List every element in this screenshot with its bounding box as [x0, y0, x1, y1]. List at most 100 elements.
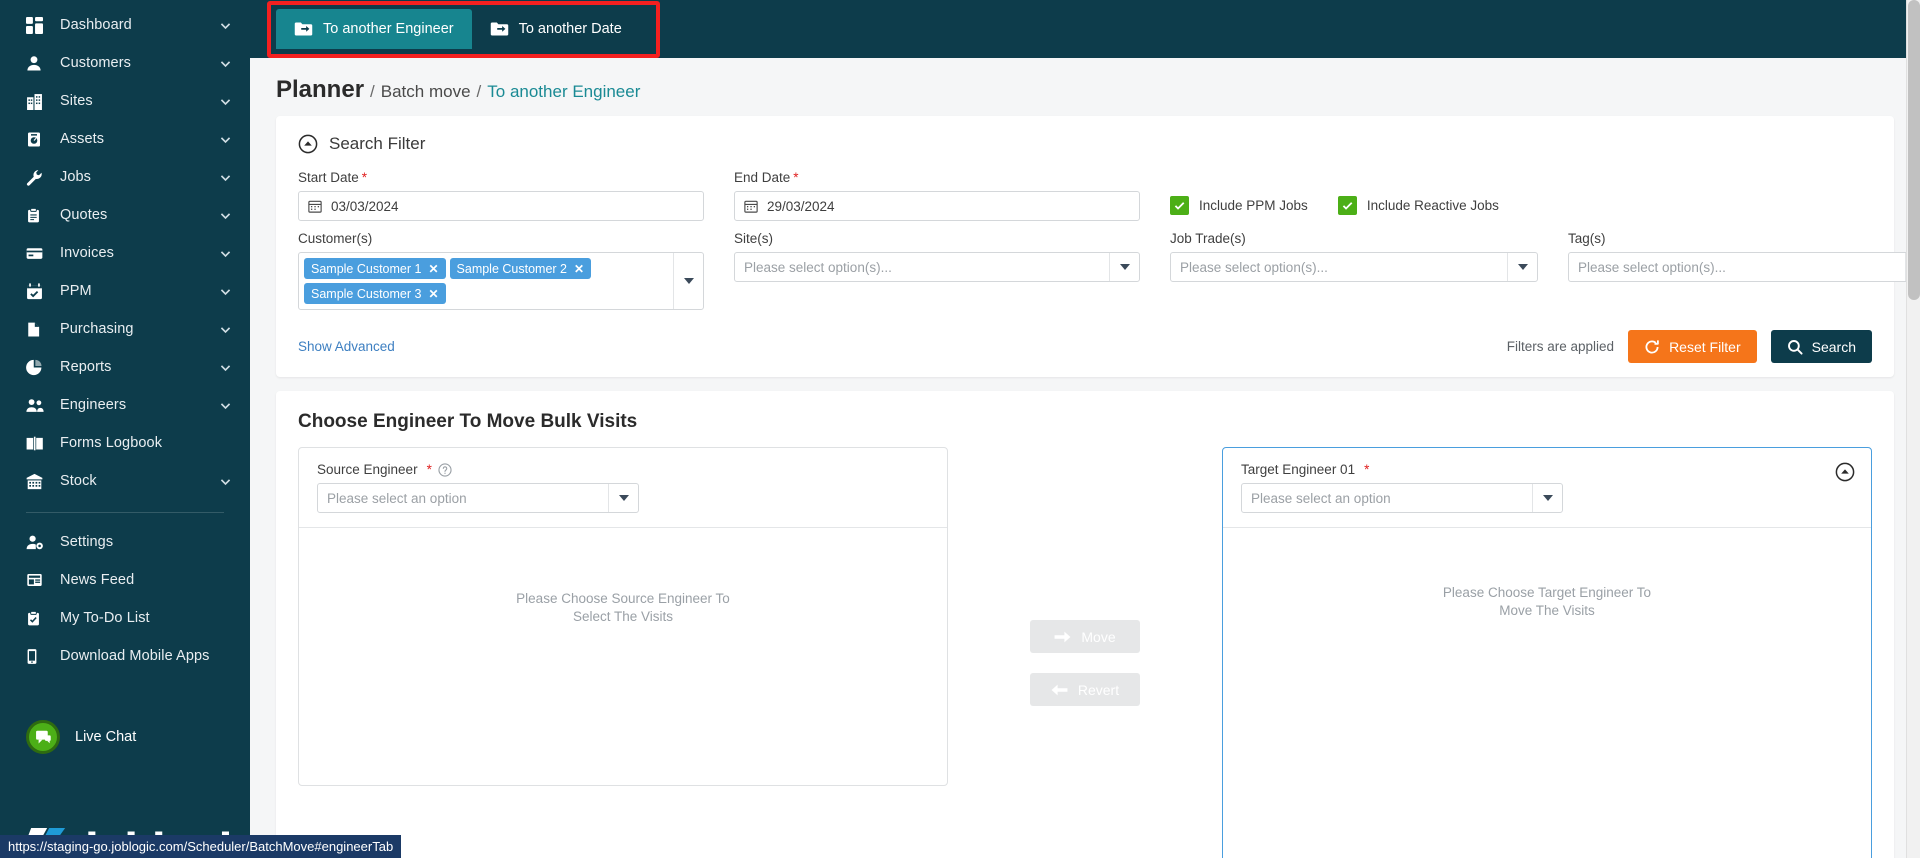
sidebar-item-label: Stock — [60, 473, 97, 489]
chevron-up-circle-icon[interactable] — [298, 134, 318, 154]
show-advanced-link[interactable]: Show Advanced — [298, 339, 395, 354]
customers-multiselect[interactable]: Sample Customer 1 ✕ Sample Customer 2 ✕ Sa… — [298, 252, 704, 310]
news-icon — [26, 570, 48, 590]
breadcrumb-separator: / — [476, 82, 482, 101]
required-marker: * — [1364, 462, 1370, 477]
sidebar-divider — [26, 512, 224, 513]
chevron-down-icon — [219, 171, 232, 184]
sidebar-item-reports[interactable]: Reports — [0, 348, 250, 386]
start-date-field: Start Date * 03/03/2024 — [298, 170, 704, 221]
include-reactive-jobs-checkbox[interactable]: Include Reactive Jobs — [1337, 190, 1499, 220]
include-ppm-jobs-checkbox[interactable]: Include PPM Jobs — [1170, 190, 1308, 220]
chip[interactable]: Sample Customer 3 ✕ — [304, 283, 446, 304]
tab-to-another-engineer[interactable]: To another Engineer — [276, 9, 472, 49]
sites-placeholder: Please select option(s)... — [744, 259, 892, 275]
filter-footer: Show Advanced Filters are applied Reset … — [298, 330, 1872, 363]
chevron-down-icon[interactable] — [1532, 484, 1562, 512]
sidebar-item-customers[interactable]: Customers — [0, 44, 250, 82]
start-date-label: Start Date * — [298, 170, 368, 185]
tags-placeholder: Please select option(s)... — [1578, 259, 1726, 275]
source-engineer-select[interactable]: Please select an option — [317, 483, 639, 513]
chevron-down-icon — [219, 95, 232, 108]
search-button-label: Search — [1811, 338, 1856, 355]
sidebar-item-settings[interactable]: Settings — [0, 523, 250, 561]
sidebar-item-label: Customers — [60, 55, 131, 71]
chip[interactable]: Sample Customer 1 ✕ — [304, 258, 446, 279]
sidebar-item-label: Invoices — [60, 245, 114, 261]
sites-select[interactable]: Please select option(s)... — [734, 252, 1140, 282]
search-button[interactable]: Search — [1770, 330, 1872, 363]
sidebar-item-engineers[interactable]: Engineers — [0, 386, 250, 424]
filters-applied-status: Filters are applied — [1506, 339, 1615, 354]
chip-label: Sample Customer 1 — [311, 261, 422, 276]
source-empty-line1: Please Choose Source Engineer To — [516, 591, 730, 606]
page-scrollbar[interactable] — [1906, 0, 1920, 858]
tab-to-another-date[interactable]: To another Date — [472, 9, 640, 49]
scrollbar-thumb[interactable] — [1908, 0, 1920, 300]
chevron-down-icon — [219, 323, 232, 336]
target-empty-line2: Move The Visits — [1499, 602, 1595, 618]
sidebar-item-purchasing[interactable]: Purchasing — [0, 310, 250, 348]
sidebar-item-label: Dashboard — [60, 17, 132, 33]
question-circle-icon[interactable] — [438, 462, 452, 477]
reset-filter-button[interactable]: Reset Filter — [1628, 330, 1757, 363]
sidebar-item-label: Settings — [60, 534, 114, 550]
close-icon[interactable]: ✕ — [428, 262, 438, 276]
sidebar-item-stock[interactable]: Stock — [0, 462, 250, 500]
start-date-input[interactable]: 03/03/2024 — [298, 191, 704, 221]
choose-engineer-card: Choose Engineer To Move Bulk Visits Sour… — [276, 391, 1894, 858]
transfer-buttons-column: Move Revert — [948, 447, 1222, 706]
job-type-checkboxes: Include PPM Jobs Include Reactive Jobs — [1170, 170, 1920, 221]
tags-select[interactable]: Please select option(s)... — [1568, 252, 1920, 282]
sidebar-item-news-feed[interactable]: News Feed — [0, 561, 250, 599]
revert-button[interactable]: Revert — [1030, 673, 1140, 706]
sidebar-item-label: News Feed — [60, 572, 135, 588]
sidebar-item-label: Forms Logbook — [60, 435, 163, 451]
target-engineer-select[interactable]: Please select an option — [1241, 483, 1563, 513]
breadcrumb-batch-move[interactable]: Batch move — [381, 82, 471, 102]
chevron-up-circle-icon[interactable] — [1835, 462, 1855, 487]
breadcrumb: Planner / Batch move / To another Engine… — [250, 58, 1920, 116]
chevron-down-icon[interactable] — [608, 484, 638, 512]
sidebar-item-quotes[interactable]: Quotes — [0, 196, 250, 234]
sidebar-item-my-to-do-list[interactable]: My To-Do List — [0, 599, 250, 637]
sidebar-item-assets[interactable]: Assets — [0, 120, 250, 158]
move-button[interactable]: Move — [1030, 620, 1140, 653]
page-title: Planner — [276, 76, 365, 103]
clipboard-icon — [26, 205, 48, 225]
arrow-left-icon — [1051, 683, 1068, 697]
chip[interactable]: Sample Customer 2 ✕ — [449, 258, 592, 279]
chevron-down-icon — [219, 57, 232, 70]
sidebar-item-label: Jobs — [60, 169, 92, 185]
grid-icon — [26, 15, 48, 35]
close-icon[interactable]: ✕ — [574, 262, 584, 276]
source-empty-message: Please Choose Source Engineer To Select … — [516, 590, 730, 626]
sidebar-item-download-mobile-apps[interactable]: Download Mobile Apps — [0, 637, 250, 675]
chevron-down-icon[interactable] — [1507, 253, 1537, 281]
search-filter-header[interactable]: Search Filter — [298, 134, 1872, 154]
sidebar-item-forms-logbook[interactable]: Forms Logbook — [0, 424, 250, 462]
sidebar-item-sites[interactable]: Sites — [0, 82, 250, 120]
mobile-icon — [26, 646, 48, 666]
sidebar-item-ppm[interactable]: PPM — [0, 272, 250, 310]
source-engineer-header: Source Engineer * Please select an option — [299, 448, 947, 527]
chevron-down-icon[interactable] — [1109, 253, 1139, 281]
job-trades-select[interactable]: Please select option(s)... — [1170, 252, 1538, 282]
sidebar-item-jobs[interactable]: Jobs — [0, 158, 250, 196]
revert-button-label: Revert — [1077, 681, 1120, 698]
end-date-input[interactable]: 29/03/2024 — [734, 191, 1140, 221]
source-engineer-visits-area: Please Choose Source Engineer To Select … — [299, 527, 947, 785]
todo-icon — [26, 608, 48, 628]
start-date-value: 03/03/2024 — [331, 198, 399, 214]
building-icon — [26, 91, 48, 111]
chevron-down-icon — [219, 361, 232, 374]
sidebar-item-dashboard[interactable]: Dashboard — [0, 6, 250, 44]
live-chat-button[interactable]: Live Chat — [0, 713, 250, 761]
sidebar-item-label: Quotes — [60, 207, 108, 223]
sidebar-item-label: Engineers — [60, 397, 127, 413]
close-icon[interactable]: ✕ — [428, 287, 438, 301]
sidebar-item-label: Reports — [60, 359, 112, 375]
sidebar-item-invoices[interactable]: Invoices — [0, 234, 250, 272]
tags-label: Tag(s) — [1568, 231, 1606, 246]
chevron-down-icon[interactable] — [673, 253, 703, 309]
